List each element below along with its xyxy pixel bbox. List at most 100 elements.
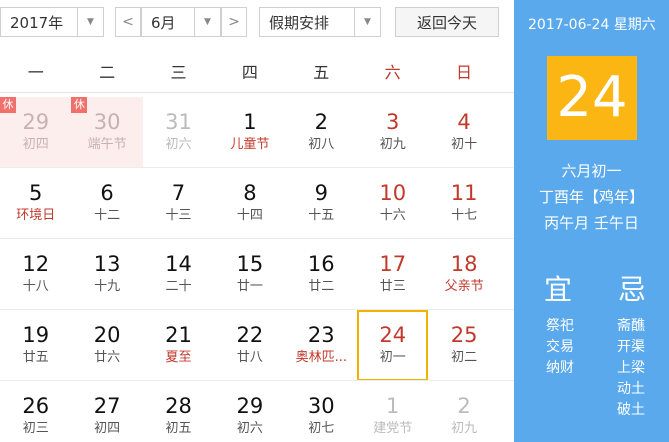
- day-number: 14: [165, 252, 192, 276]
- holiday-rest-badge: 休: [71, 97, 88, 113]
- day-cell[interactable]: 30 初七: [286, 381, 357, 442]
- day-number: 12: [22, 252, 50, 276]
- day-number: 9: [314, 181, 328, 205]
- holiday-select[interactable]: 假期安排 ▼: [259, 7, 381, 37]
- day-lunar-label: 初七: [308, 421, 335, 436]
- weekday-thu: 四: [241, 63, 258, 82]
- day-cell[interactable]: 6 十二: [71, 168, 142, 239]
- prev-month-button[interactable]: <: [115, 7, 141, 37]
- day-cell[interactable]: 17 廿三: [357, 239, 428, 310]
- day-cell[interactable]: 13 十九: [71, 239, 142, 310]
- yi-list: 祭祀 交易 纳财: [546, 316, 574, 379]
- day-lunar-label: 初八: [308, 137, 335, 152]
- next-month-button[interactable]: >: [221, 7, 247, 37]
- day-number: 7: [171, 181, 186, 205]
- day-cell[interactable]: 1 儿童节: [214, 97, 285, 168]
- chevron-down-icon[interactable]: ▼: [354, 8, 380, 36]
- day-number: 13: [93, 252, 121, 276]
- day-number: 4: [457, 110, 471, 134]
- ganzhi-year: 丁酉年【鸡年】: [538, 188, 644, 206]
- day-lunar-label: 建党节: [373, 421, 413, 436]
- day-lunar-label: 十九: [94, 279, 121, 294]
- weekday-wed: 三: [170, 63, 187, 82]
- yi-item: 祭祀: [546, 318, 574, 334]
- day-number: 1: [386, 394, 400, 418]
- chevron-down-icon[interactable]: ▼: [77, 8, 103, 36]
- day-cell[interactable]: 休 29 初四: [0, 97, 72, 168]
- day-cell[interactable]: 16 廿二: [286, 239, 357, 310]
- day-lunar-label: 初一: [379, 350, 406, 365]
- day-number: 3: [386, 110, 400, 134]
- year-select[interactable]: 2017年 ▼: [0, 7, 104, 37]
- day-cell[interactable]: 28 初五: [143, 381, 214, 442]
- day-number: 25: [450, 323, 478, 347]
- day-lunar-label: 十二: [94, 208, 121, 223]
- yi-heading: 宜: [544, 273, 573, 306]
- day-cell[interactable]: 26 初三: [0, 381, 71, 442]
- day-cell[interactable]: 23 奥林匹...: [286, 310, 357, 381]
- day-number: 30: [93, 110, 121, 134]
- day-cell[interactable]: 25 初二: [428, 310, 499, 381]
- day-cell[interactable]: 15 廿一: [214, 239, 285, 310]
- day-cell[interactable]: 5 环境日: [0, 168, 71, 239]
- day-number: 10: [379, 181, 407, 205]
- day-cell[interactable]: 31 初六: [143, 97, 214, 168]
- day-lunar-label: 初六: [165, 137, 192, 152]
- day-number: 11: [450, 181, 478, 205]
- day-cell[interactable]: 12 十八: [0, 239, 71, 310]
- day-cell[interactable]: 1 建党节: [357, 381, 428, 442]
- day-number: 2: [457, 394, 471, 418]
- day-lunar-label: 十七: [451, 208, 478, 223]
- day-cell[interactable]: 19 廿五: [0, 310, 71, 381]
- day-lunar-label: 廿五: [22, 350, 49, 365]
- day-lunar-label: 初五: [165, 421, 192, 436]
- day-lunar-label: 初九: [379, 137, 406, 152]
- day-lunar-label: 奥林匹...: [295, 350, 347, 365]
- selected-date: 2017-06-24 星期六: [528, 17, 656, 33]
- weekday-tue: 二: [99, 63, 116, 82]
- day-cell[interactable]: 休 30 端午节: [71, 97, 143, 168]
- day-cell[interactable]: 24 初一: [357, 310, 429, 381]
- header-divider: [0, 92, 514, 93]
- day-cell[interactable]: 18 父亲节: [428, 239, 499, 310]
- day-cell[interactable]: 14 二十: [143, 239, 214, 310]
- day-cell[interactable]: 11 十七: [428, 168, 499, 239]
- weekday-sat: 六: [384, 63, 401, 82]
- back-to-today-button[interactable]: 返回今天: [395, 7, 499, 37]
- day-cell[interactable]: 27 初四: [71, 381, 142, 442]
- day-lunar-label: 环境日: [16, 208, 56, 223]
- calendar-toolbar: 2017年 ▼ < 6月 ▼ > 假期安排 ▼ 返回今天: [0, 0, 514, 46]
- ji-item: 破土: [617, 402, 645, 418]
- day-cell[interactable]: 7 十三: [143, 168, 214, 239]
- holiday-rest-badge: 休: [0, 97, 16, 113]
- ji-item: 斋醮: [617, 318, 645, 334]
- day-cell[interactable]: 10 十六: [357, 168, 428, 239]
- ji-list: 斋醮 开渠 上梁 动土 破土: [617, 316, 645, 421]
- day-number: 20: [93, 323, 121, 347]
- day-cell[interactable]: 4 初十: [428, 97, 499, 168]
- day-cell[interactable]: 29 初六: [214, 381, 285, 442]
- month-select[interactable]: 6月 ▼: [141, 7, 221, 37]
- day-number: 1: [243, 110, 257, 134]
- day-number: 8: [243, 181, 257, 205]
- ji-item: 动土: [617, 381, 645, 397]
- day-number: 15: [236, 252, 264, 276]
- day-number: 28: [165, 394, 192, 418]
- day-cell[interactable]: 2 初八: [286, 97, 357, 168]
- day-detail-panel: 2017-06-24 星期六 24 六月初一 丁酉年【鸡年】 丙午月 壬午日 宜…: [514, 0, 669, 442]
- day-lunar-label: 十八: [22, 279, 49, 294]
- day-lunar-label: 初九: [451, 421, 478, 436]
- day-number: 17: [379, 252, 407, 276]
- day-lunar-label: 十五: [308, 208, 335, 223]
- day-cell[interactable]: 8 十四: [214, 168, 285, 239]
- day-cell[interactable]: 9 十五: [286, 168, 357, 239]
- day-cell[interactable]: 22 廿八: [214, 310, 285, 381]
- day-cell[interactable]: 21 夏至: [143, 310, 214, 381]
- day-cell[interactable]: 2 初九: [428, 381, 499, 442]
- day-lunar-label: 端午节: [87, 137, 127, 152]
- weekday-fri: 五: [313, 63, 330, 82]
- day-number: 19: [22, 323, 50, 347]
- day-cell[interactable]: 3 初九: [357, 97, 428, 168]
- chevron-down-icon[interactable]: ▼: [194, 8, 220, 36]
- day-cell[interactable]: 20 廿六: [71, 310, 142, 381]
